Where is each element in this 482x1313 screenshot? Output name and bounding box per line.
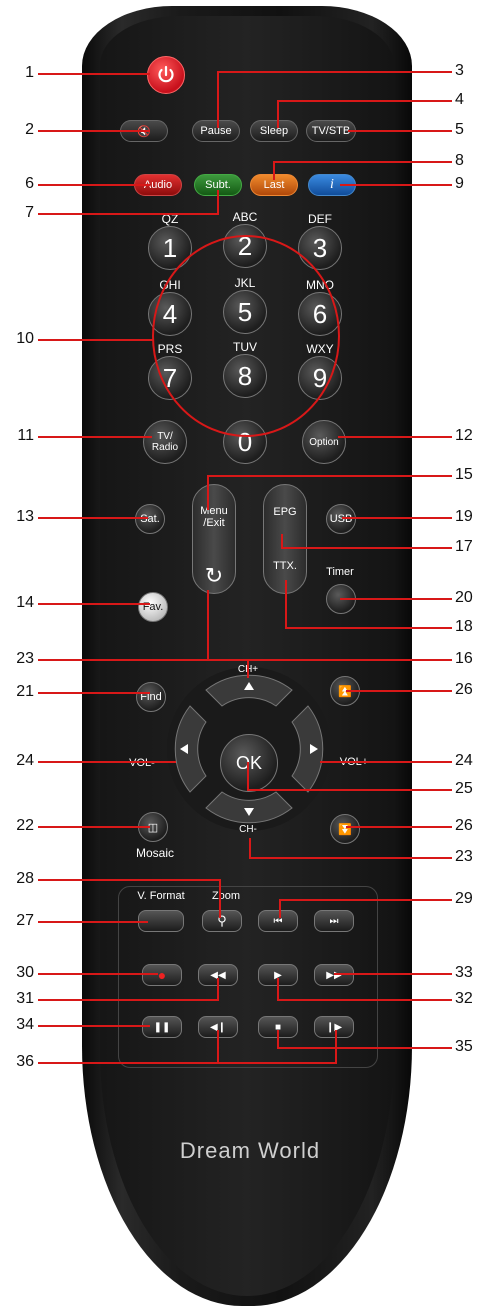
callout-29: 29	[455, 890, 473, 907]
callout-25: 25	[455, 780, 473, 797]
callout-22: 22	[16, 817, 34, 834]
callout-7: 7	[25, 204, 34, 221]
callout-32: 32	[455, 990, 473, 1007]
callout-23b: 23	[455, 848, 473, 865]
callout-33: 33	[455, 964, 473, 981]
callout-14: 14	[16, 594, 34, 611]
callout-26b: 26	[455, 817, 473, 834]
callout-23a: 23	[16, 650, 34, 667]
leader-29	[279, 899, 452, 918]
callout-19: 19	[455, 508, 473, 525]
callout-2: 2	[25, 121, 34, 138]
callout-11: 11	[17, 427, 34, 444]
leader-15	[207, 475, 452, 510]
leader-23a	[38, 659, 249, 678]
leader-7	[38, 190, 219, 215]
leader-25	[247, 762, 452, 791]
leader-4	[277, 100, 452, 128]
callout-16: 16	[455, 650, 473, 667]
callout-18: 18	[455, 618, 473, 635]
callout-8: 8	[455, 152, 464, 169]
callout-21: 21	[16, 683, 34, 700]
callout-28: 28	[16, 870, 34, 887]
leader-8	[273, 161, 452, 180]
callout-12: 12	[455, 427, 473, 444]
leader-28	[38, 879, 221, 918]
leader-35	[277, 1030, 452, 1049]
leader-36	[38, 1030, 337, 1064]
leader-31	[38, 978, 219, 1001]
leader-32	[277, 978, 452, 1001]
callout-35: 35	[455, 1038, 473, 1055]
callout-1: 1	[25, 64, 34, 81]
callout-5: 5	[455, 121, 464, 138]
callout-24b: 24	[455, 752, 473, 769]
callout-27: 27	[16, 912, 34, 929]
callout-20: 20	[455, 589, 473, 606]
callout-3: 3	[455, 62, 464, 79]
leader-16	[207, 590, 452, 661]
callout-17: 17	[455, 538, 473, 555]
callout-24a: 24	[16, 752, 34, 769]
numpad-highlight	[152, 235, 340, 437]
leader-17	[281, 534, 452, 549]
callout-10: 10	[16, 330, 34, 347]
callout-30: 30	[16, 964, 34, 981]
callout-lines	[38, 71, 452, 1064]
callout-6: 6	[25, 175, 34, 192]
callout-4: 4	[455, 91, 464, 108]
callout-13: 13	[16, 508, 34, 525]
callout-31: 31	[16, 990, 34, 1007]
callout-34: 34	[16, 1016, 34, 1033]
callout-36: 36	[16, 1053, 34, 1070]
callout-9: 9	[455, 175, 464, 192]
leader-23b	[249, 838, 452, 859]
callout-26a: 26	[455, 681, 473, 698]
leader-18	[285, 580, 452, 629]
callout-15: 15	[455, 466, 473, 483]
